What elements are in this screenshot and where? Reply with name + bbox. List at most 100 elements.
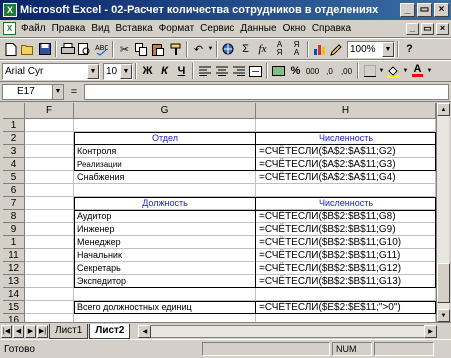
scroll-left-icon[interactable]: ◀ (138, 324, 152, 338)
thousands-separator-button[interactable]: 000 (304, 62, 321, 80)
font-color-dropdown-icon[interactable]: ▼ (426, 62, 433, 80)
formula-input[interactable] (84, 83, 449, 100)
chevron-down-icon[interactable]: ▼ (87, 63, 99, 79)
row-header[interactable]: 7 (3, 197, 25, 210)
cell-g5[interactable]: Снабжения (75, 171, 255, 183)
chevron-down-icon[interactable]: ▼ (382, 41, 394, 57)
save-icon[interactable] (36, 40, 53, 58)
row-header[interactable]: 13 (3, 275, 25, 288)
bold-button[interactable]: Ж (139, 62, 156, 80)
excel-app-icon[interactable]: X (3, 3, 17, 17)
prev-sheet-icon[interactable]: ◀ (13, 324, 24, 338)
next-sheet-icon[interactable]: ▶ (25, 324, 36, 338)
menu-window[interactable]: Окно (280, 23, 309, 34)
row-header[interactable]: 4 (3, 158, 25, 171)
font-size-select[interactable]: 10 ▼ (103, 62, 133, 80)
menu-insert[interactable]: Вставка (112, 23, 155, 34)
undo-dropdown-icon[interactable]: ▼ (207, 40, 214, 58)
merge-center-icon[interactable] (247, 62, 264, 80)
menu-edit[interactable]: Правка (49, 23, 89, 34)
scroll-down-icon[interactable]: ▼ (437, 309, 450, 322)
doc-restore-icon[interactable]: ▭ (421, 22, 434, 35)
chart-wizard-icon[interactable] (311, 40, 328, 58)
cell-g8[interactable]: Аудитор (75, 210, 255, 222)
restore-icon[interactable]: ▭ (417, 3, 432, 17)
row-header[interactable]: 8 (3, 210, 25, 223)
select-all-corner[interactable] (3, 103, 25, 119)
cell-h2-header[interactable]: Численность (257, 132, 435, 144)
cell-h8[interactable]: =СЧЁТЕСЛИ($B$2:$B$11;G8) (257, 210, 435, 222)
doc-close-icon[interactable]: × (436, 22, 449, 35)
copy-icon[interactable] (133, 40, 150, 58)
cell-g10[interactable]: Менеджер (75, 236, 255, 248)
cell-g12[interactable]: Секретарь (75, 262, 255, 274)
undo-icon[interactable]: ↶ (190, 40, 207, 58)
cut-icon[interactable]: ✂ (116, 40, 133, 58)
cell-h3[interactable]: =СЧЁТЕСЛИ($A$2:$A$11;G2) (257, 145, 435, 157)
row-header[interactable]: 14 (3, 288, 25, 301)
chevron-down-icon[interactable]: ▼ (52, 84, 63, 99)
autosum-icon[interactable]: Σ (237, 40, 254, 58)
first-sheet-icon[interactable]: |◀ (1, 324, 12, 338)
last-sheet-icon[interactable]: ▶| (37, 324, 48, 338)
cell-h10[interactable]: =СЧЁТЕСЛИ($B$2:$B$11;G10) (257, 236, 435, 248)
help-icon[interactable]: ? (401, 40, 418, 58)
row-header[interactable]: 1 (3, 119, 25, 132)
align-left-icon[interactable] (196, 62, 213, 80)
borders-dropdown-icon[interactable]: ▼ (378, 62, 385, 80)
menu-data[interactable]: Данные (237, 23, 279, 34)
print-preview-icon[interactable] (76, 40, 93, 58)
new-document-icon[interactable] (2, 40, 19, 58)
vertical-scrollbar[interactable]: ▲ ▼ (436, 103, 450, 322)
cell-h15[interactable]: =СЧЁТЕСЛИ($E$2:$E$11;">0") (257, 301, 435, 313)
underline-button[interactable]: Ч (173, 62, 190, 80)
row-header[interactable]: 12 (3, 262, 25, 275)
vertical-scroll-thumb[interactable] (437, 263, 450, 303)
menu-format[interactable]: Формат (156, 23, 198, 34)
scroll-right-icon[interactable]: ▶ (424, 324, 437, 338)
row-header[interactable]: 15 (3, 301, 25, 314)
cell-h4[interactable]: =СЧЁТЕСЛИ($A$2:$A$11;G3) (257, 158, 435, 170)
menu-help[interactable]: Справка (309, 23, 354, 34)
row-header[interactable]: 2 (3, 132, 25, 145)
sort-ascending-icon[interactable]: АЯ (271, 40, 288, 58)
cell-g2-header[interactable]: Отдел (75, 132, 255, 144)
cell-h12[interactable]: =СЧЁТЕСЛИ($B$2:$B$11;G12) (257, 262, 435, 274)
align-center-icon[interactable] (213, 62, 230, 80)
function-icon[interactable]: fx (254, 40, 271, 58)
percent-button[interactable]: % (287, 62, 304, 80)
paste-icon[interactable] (150, 40, 167, 58)
row-header[interactable]: 11 (3, 249, 25, 262)
chevron-down-icon[interactable]: ▼ (120, 63, 132, 79)
font-color-icon[interactable]: A (409, 62, 426, 80)
cell-h9[interactable]: =СЧЁТЕСЛИ($B$2:$B$11;G9) (257, 223, 435, 235)
column-header-f[interactable]: F (25, 103, 74, 119)
cell-g3[interactable]: Контроля (75, 145, 255, 157)
menu-view[interactable]: Вид (88, 23, 112, 34)
fill-color-dropdown-icon[interactable]: ▼ (402, 62, 409, 80)
fill-color-icon[interactable] (385, 62, 402, 80)
cell-h13[interactable]: =СЧЁТЕСЛИ($B$2:$B$11;G13) (257, 275, 435, 287)
cell-g9[interactable]: Инженер (75, 223, 255, 235)
row-header[interactable]: 3 (3, 145, 25, 158)
column-header-g[interactable]: G (74, 103, 256, 119)
close-icon[interactable]: × (434, 3, 449, 17)
workbook-icon[interactable]: X (3, 22, 16, 35)
row-header[interactable]: 6 (3, 184, 25, 197)
menu-file[interactable]: Файл (18, 23, 49, 34)
format-painter-icon[interactable] (167, 40, 184, 58)
horizontal-scrollbar[interactable]: ◀ ▶ (138, 324, 437, 338)
spelling-icon[interactable]: ABC (93, 40, 110, 58)
doc-minimize-icon[interactable]: _ (406, 22, 419, 35)
column-header-h[interactable]: H (256, 103, 436, 119)
cell-h11[interactable]: =СЧЁТЕСЛИ($B$2:$B$11;G11) (257, 249, 435, 261)
cell-h5[interactable]: =СЧЁТЕСЛИ($A$2:$A$11;G4) (257, 171, 435, 183)
drawing-icon[interactable] (328, 40, 345, 58)
row-header[interactable]: 5 (3, 171, 25, 184)
align-right-icon[interactable] (230, 62, 247, 80)
zoom-select[interactable]: 100% ▼ (347, 40, 395, 58)
name-box[interactable]: E17 ▼ (2, 83, 64, 100)
row-header[interactable]: 1 (3, 236, 25, 249)
row-header[interactable]: 16 (3, 314, 25, 322)
minimize-icon[interactable]: _ (400, 3, 415, 17)
